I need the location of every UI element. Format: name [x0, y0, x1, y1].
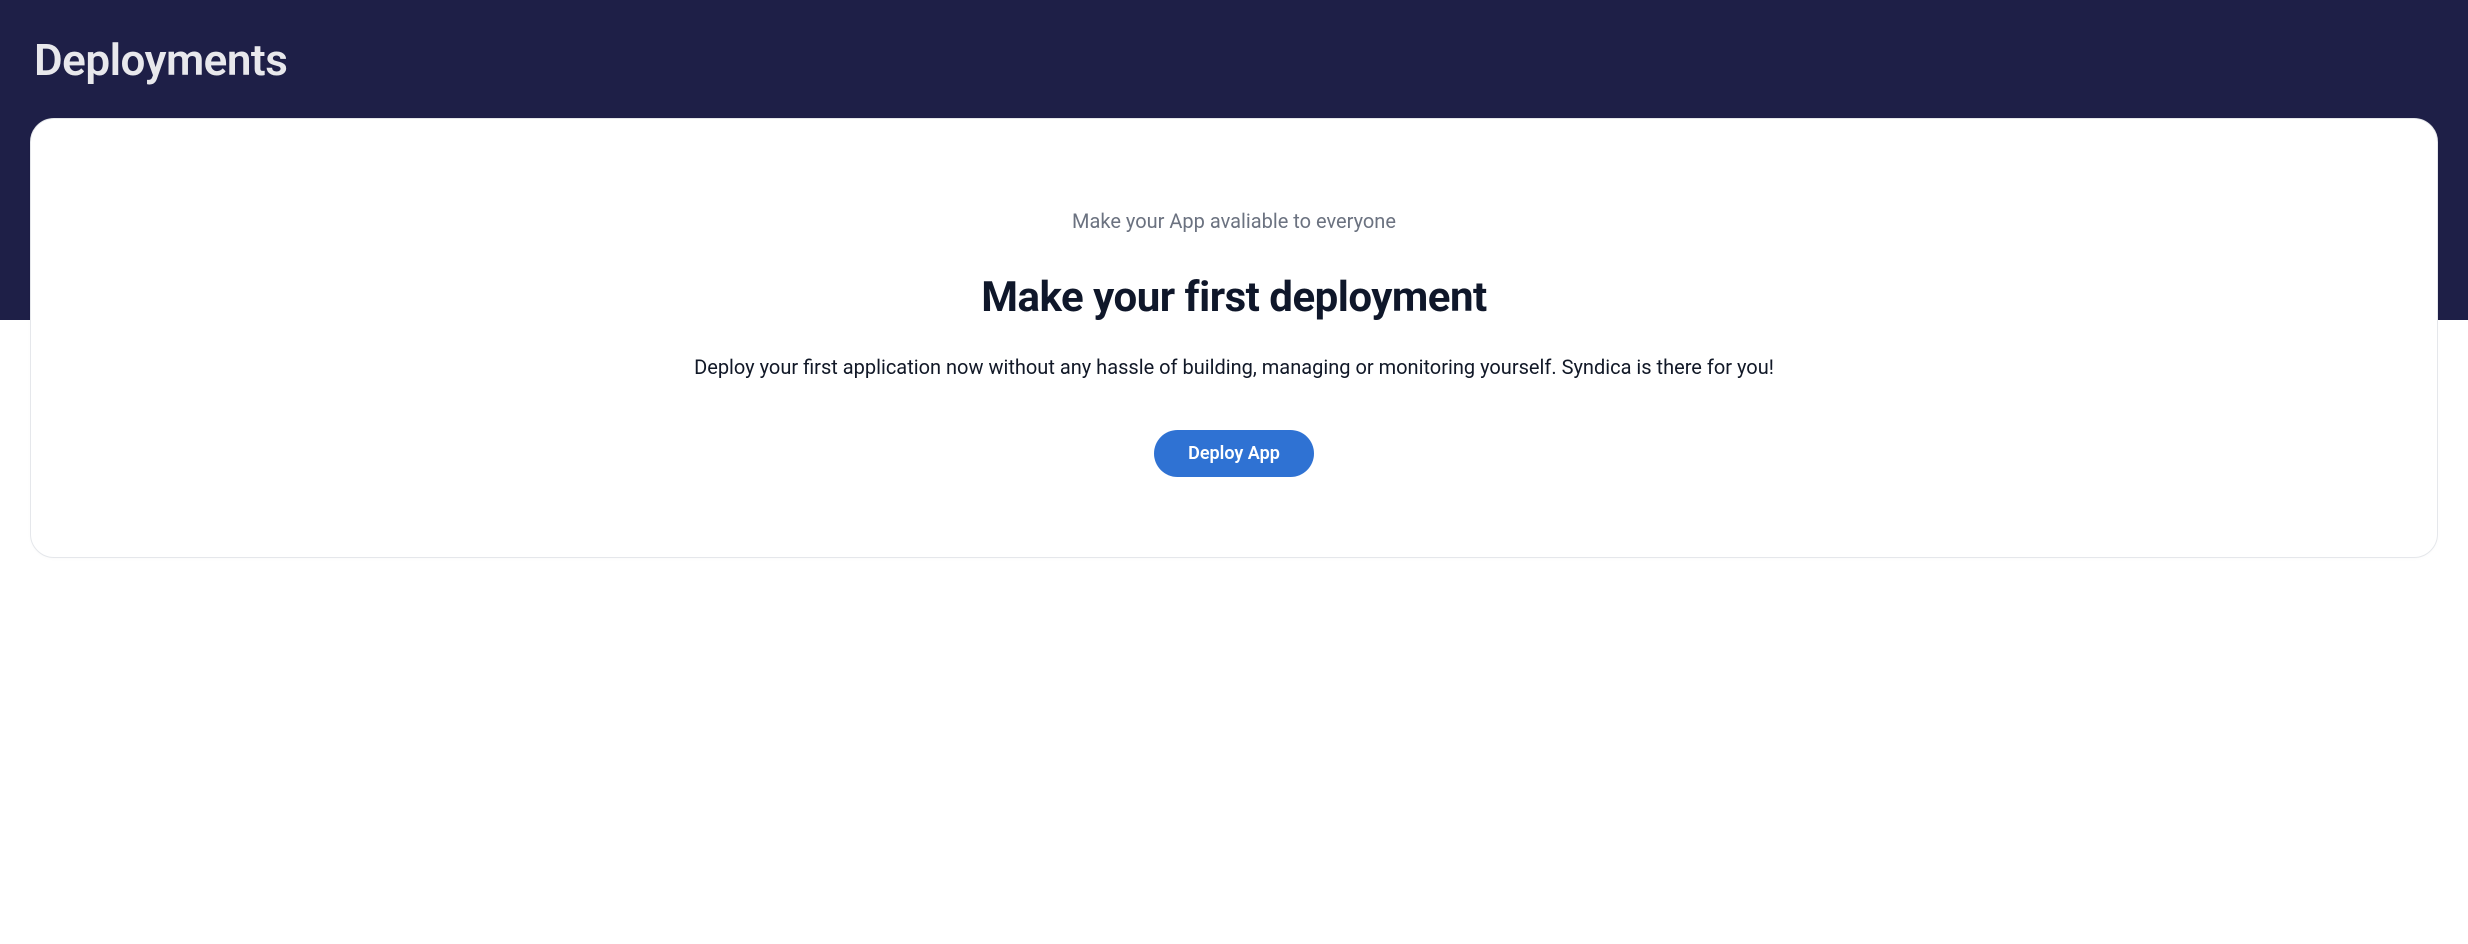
- page-title: Deployments: [0, 0, 2468, 86]
- empty-state-card: Make your App avaliable to everyone Make…: [30, 118, 2438, 558]
- deploy-app-button[interactable]: Deploy App: [1154, 430, 1314, 477]
- card-description: Deploy your first application now withou…: [91, 352, 2377, 382]
- card-heading: Make your first deployment: [91, 273, 2377, 322]
- card-subtitle: Make your App avaliable to everyone: [91, 209, 2377, 233]
